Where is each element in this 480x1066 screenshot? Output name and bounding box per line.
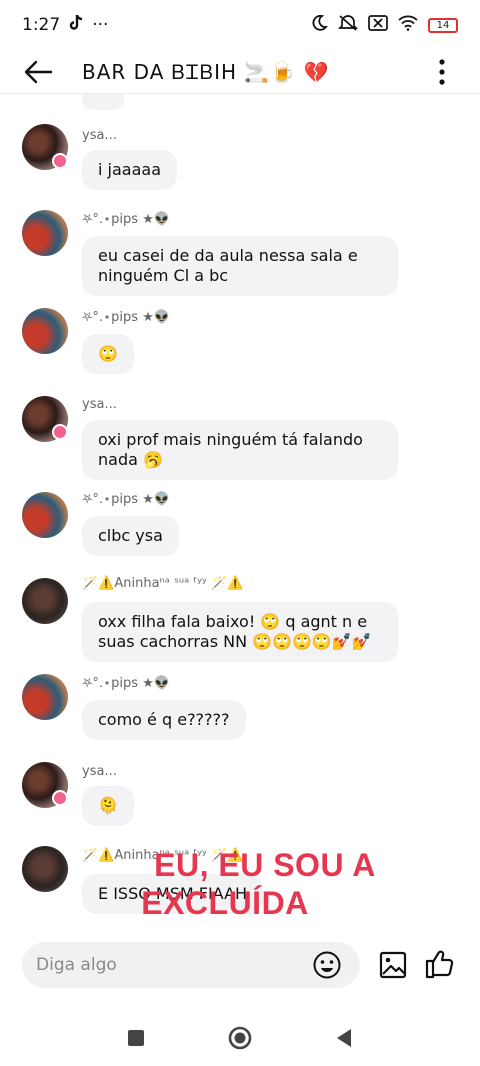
triangle-back-icon — [337, 1029, 351, 1047]
chat-title: BAR DA ᏴᏆᏴIH 🚬🍺 💔 — [82, 59, 330, 84]
emoji-icon — [313, 951, 341, 979]
message-bubble-partial — [82, 94, 124, 110]
sender-name: ⛧°.⋆pips ★👽 — [82, 212, 171, 227]
circle-icon — [228, 1026, 252, 1050]
message-bubble[interactable]: como é q e????? — [82, 700, 246, 740]
avatar[interactable] — [22, 578, 68, 624]
caption-line-2: EXCLUÍDA — [141, 885, 309, 921]
message-bubble[interactable]: i jaaaaa — [82, 150, 177, 190]
arrow-left-icon — [24, 60, 53, 83]
system-nav-bar — [0, 1010, 480, 1066]
nav-back-button[interactable] — [332, 1026, 356, 1050]
message-list[interactable]: ysa... i jaaaaa ⛧°.⋆pips ★👽 eu casei de … — [0, 94, 480, 940]
mute-icon — [337, 14, 359, 37]
caption-line-1: EU, EU SOU A — [154, 847, 376, 883]
message-bubble[interactable]: 🫠 — [82, 786, 134, 826]
message-bubble[interactable]: oxi prof mais ninguém tá falando nada 🥱 — [82, 420, 398, 480]
emoji-button[interactable] — [312, 950, 342, 980]
sender-name: ysa... — [82, 128, 117, 143]
moon-icon — [310, 14, 328, 37]
chat-header: BAR DA ᏴᏆᏴIH 🚬🍺 💔 — [0, 50, 480, 94]
battery-icon: 14 — [428, 17, 458, 33]
image-icon — [379, 951, 407, 979]
no-sim-icon — [368, 14, 388, 36]
avatar-badge — [52, 424, 68, 440]
message-bubble[interactable]: oxx filha fala baixo! 🙄 q agnt n e suas … — [82, 602, 398, 662]
avatar[interactable] — [22, 210, 68, 256]
wifi-icon — [398, 15, 418, 36]
sender-name: ⛧°.⋆pips ★👽 — [82, 492, 171, 507]
avatar[interactable] — [22, 308, 68, 354]
battery-level: 14 — [436, 19, 450, 31]
sender-name: ⛧°.⋆pips ★👽 — [82, 676, 171, 691]
tiktok-icon — [68, 14, 84, 37]
video-caption-overlay: EU, EU SOU A EXCLUÍDA — [0, 846, 480, 922]
back-button[interactable] — [20, 54, 56, 90]
avatar-badge — [52, 153, 68, 169]
home-button[interactable] — [228, 1026, 252, 1050]
like-button[interactable] — [424, 948, 456, 980]
status-time: 1:27 — [22, 15, 61, 35]
square-icon — [128, 1030, 144, 1046]
image-button[interactable] — [378, 950, 408, 980]
avatar[interactable] — [22, 674, 68, 720]
status-bar: 1:27 ··· 14 — [0, 0, 480, 50]
more-vertical-icon — [439, 58, 445, 85]
message-bubble[interactable]: 🙄 — [82, 334, 134, 374]
message-input[interactable] — [36, 955, 306, 975]
message-bubble[interactable]: eu casei de da aula nessa sala e ninguém… — [82, 236, 398, 296]
sender-name: ysa... — [82, 397, 117, 412]
thumbs-up-icon — [425, 950, 454, 979]
sender-name: ysa... — [82, 764, 117, 779]
avatar-badge — [52, 790, 68, 806]
avatar[interactable] — [22, 492, 68, 538]
status-extra: ··· — [92, 15, 109, 35]
sender-name: ⛧°.⋆pips ★👽 — [82, 310, 171, 325]
more-options-button[interactable] — [434, 57, 450, 87]
message-bubble[interactable]: clbc ysa — [82, 516, 179, 556]
message-input-container[interactable] — [22, 942, 360, 988]
sender-name: 🪄⚠️Aninhaⁿᵃ ˢᵘᵃ ᶠʸʸ 🪄⚠️ — [82, 576, 244, 591]
composer-bar — [0, 942, 480, 990]
recents-button[interactable] — [124, 1026, 148, 1050]
